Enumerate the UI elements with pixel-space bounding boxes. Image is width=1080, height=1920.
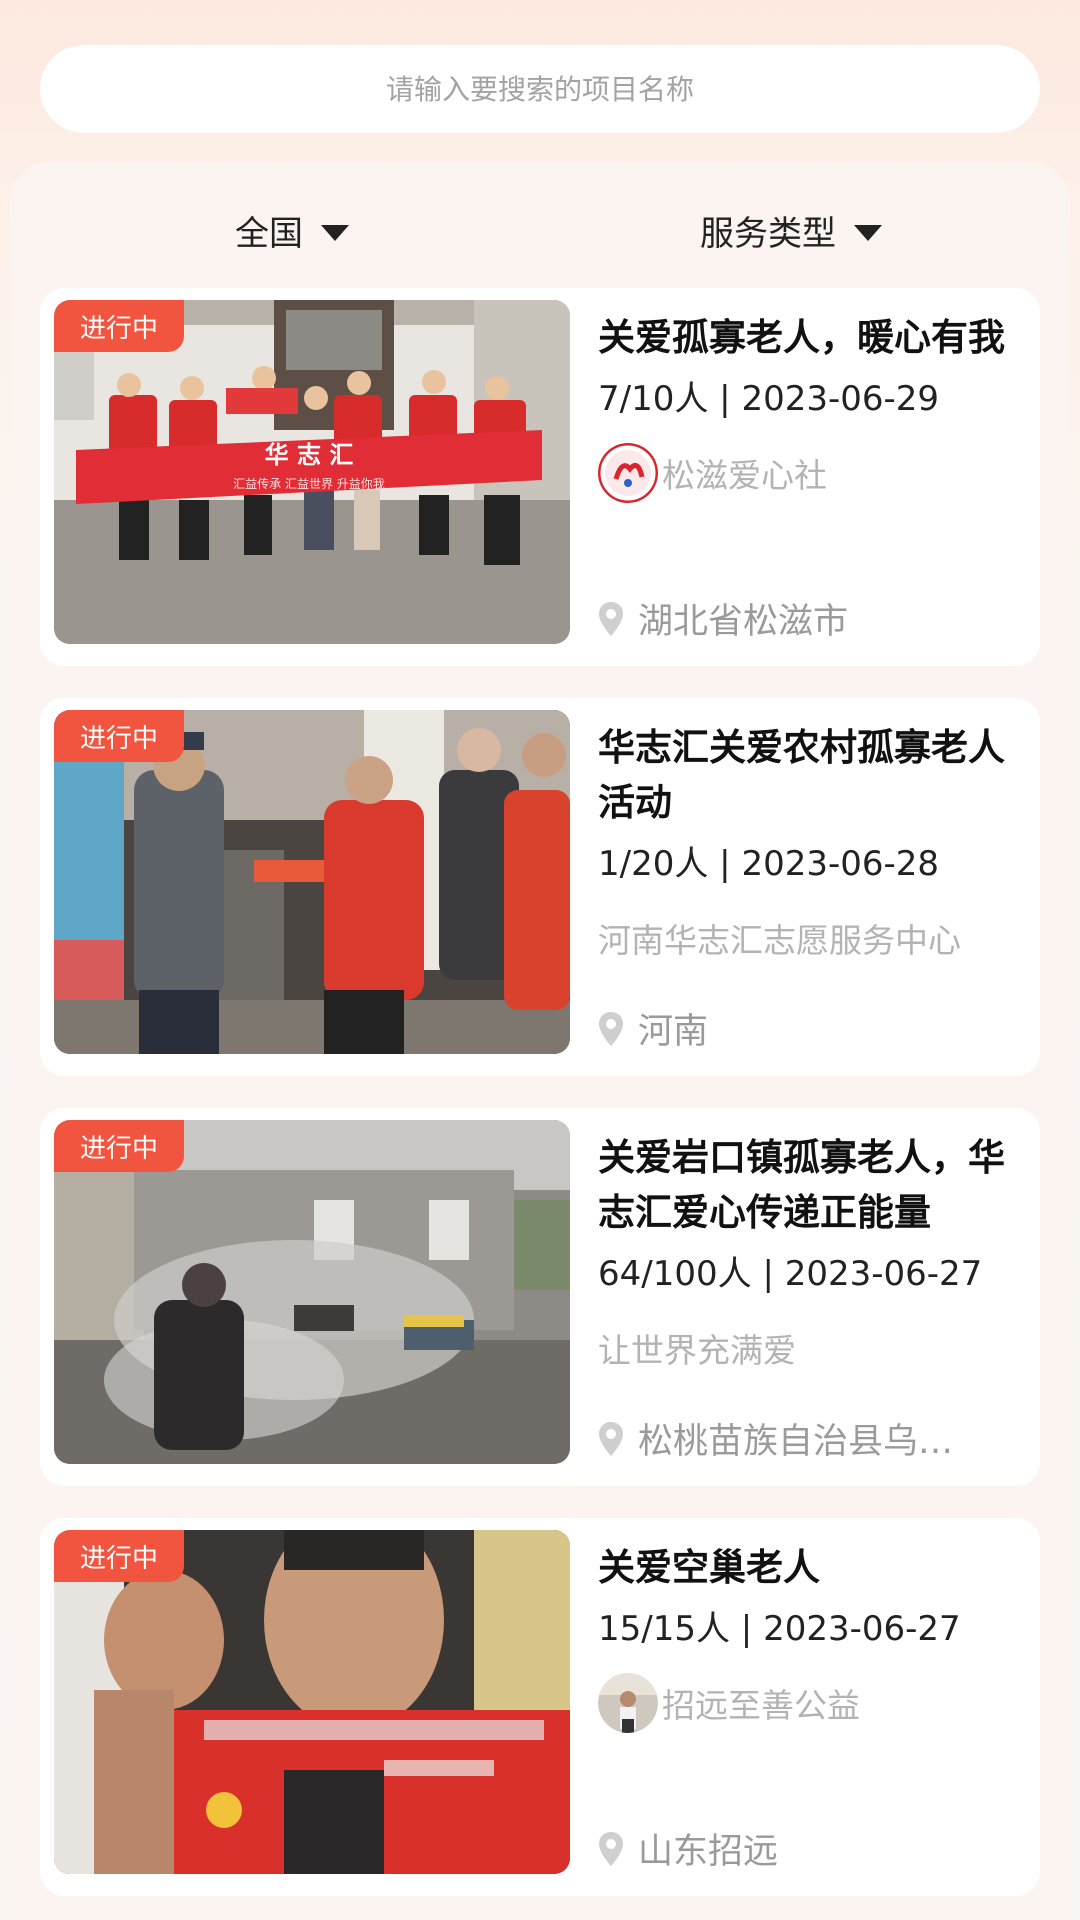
location-pin-icon <box>599 1831 623 1866</box>
participant-count: 1/20人 <box>598 844 709 884</box>
organizer-avatar <box>598 443 658 503</box>
project-photo: 华 志 汇 汇益传承 汇益世界 升益你我 进行中 <box>54 300 570 644</box>
organizer[interactable]: 让世界充满爱 <box>598 1316 1018 1380</box>
project-title[interactable]: 关爱孤寡老人，暖心有我 <box>598 310 1018 365</box>
participant-count: 64/100人 <box>598 1254 752 1294</box>
search-bar[interactable] <box>40 44 1040 134</box>
organizer[interactable]: 河南华志汇志愿服务中心 <box>598 906 1018 970</box>
location: 山东招远 <box>598 1823 1018 1874</box>
project-title[interactable]: 华志汇关爱农村孤寡老人活动 <box>598 720 1018 830</box>
service-type-filter[interactable]: 服务类型 <box>700 205 882 255</box>
region-filter[interactable]: 全国 <box>235 205 349 255</box>
region-filter-label: 全国 <box>235 213 303 254</box>
caret-down-icon <box>854 225 882 241</box>
project-date: 2023-06-27 <box>763 1609 961 1649</box>
project-photo: 进行中 <box>54 1530 570 1874</box>
project-photo: 进行中 <box>54 710 570 1054</box>
status-badge: 进行中 <box>54 1530 185 1582</box>
participant-count: 7/10人 <box>598 379 709 419</box>
organizer[interactable]: 招远至善公益 <box>598 1671 1018 1735</box>
status-badge: 进行中 <box>54 710 185 762</box>
project-meta: 7/10人 | 2023-06-29 <box>598 375 1018 423</box>
project-title[interactable]: 关爱空巢老人 <box>598 1540 1018 1595</box>
project-date: 2023-06-27 <box>784 1254 983 1294</box>
organizer-name: 招远至善公益 <box>662 1686 860 1725</box>
project-meta: 1/20人 | 2023-06-28 <box>598 840 1018 888</box>
organizer-name: 松滋爱心社 <box>662 456 827 495</box>
location-pin-icon <box>599 601 623 636</box>
project-card[interactable]: 进行中 关爱空巢老人 15/15人 | 2023-06-27 招远至善公益 山东… <box>40 1518 1040 1896</box>
project-title[interactable]: 关爱岩口镇孤寡老人，华志汇爱心传递正能量 <box>598 1130 1018 1240</box>
caret-down-icon <box>321 225 349 241</box>
organizer[interactable]: 松滋爱心社 <box>598 441 1018 505</box>
meta-separator: | <box>740 1609 764 1649</box>
location-pin-icon <box>599 1011 623 1046</box>
location-pin-icon <box>599 1421 623 1456</box>
location: 河南 <box>598 1003 1018 1054</box>
status-badge: 进行中 <box>54 1120 185 1172</box>
location-text: 山东招远 <box>638 1832 779 1872</box>
meta-separator: | <box>719 379 742 419</box>
status-badge: 进行中 <box>54 300 185 352</box>
project-meta: 64/100人 | 2023-06-27 <box>598 1250 1018 1298</box>
meta-separator: | <box>719 844 742 884</box>
project-meta: 15/15人 | 2023-06-27 <box>598 1605 1018 1653</box>
project-date: 2023-06-29 <box>741 379 940 419</box>
banner-text: 华 志 汇 <box>265 441 354 469</box>
meta-separator: | <box>762 1254 785 1294</box>
project-date: 2023-06-28 <box>741 844 940 884</box>
organizer-name: 河南华志汇志愿服务中心 <box>598 921 961 960</box>
organizer-avatar <box>598 1673 658 1733</box>
project-card[interactable]: 华 志 汇 汇益传承 汇益世界 升益你我 进行中 关爱孤寡老人，暖心有我 7/1… <box>40 288 1040 666</box>
banner-subtext: 汇益传承 汇益世界 升益你我 <box>233 476 385 491</box>
location-text: 松桃苗族自治县乌… <box>638 1422 954 1462</box>
organizer-name: 让世界充满爱 <box>598 1331 796 1370</box>
project-photo: 进行中 <box>54 1120 570 1464</box>
service-type-filter-label: 服务类型 <box>700 213 836 254</box>
project-card[interactable]: 进行中 关爱岩口镇孤寡老人，华志汇爱心传递正能量 64/100人 | 2023-… <box>40 1108 1040 1486</box>
search-input[interactable] <box>40 44 1040 134</box>
location-text: 湖北省松滋市 <box>638 602 849 642</box>
location-text: 河南 <box>638 1012 709 1052</box>
location: 松桃苗族自治县乌… <box>598 1413 1018 1464</box>
participant-count: 15/15人 <box>598 1609 730 1649</box>
project-card[interactable]: 进行中 华志汇关爱农村孤寡老人活动 1/20人 | 2023-06-28 河南华… <box>40 698 1040 1076</box>
location: 湖北省松滋市 <box>598 593 1018 644</box>
